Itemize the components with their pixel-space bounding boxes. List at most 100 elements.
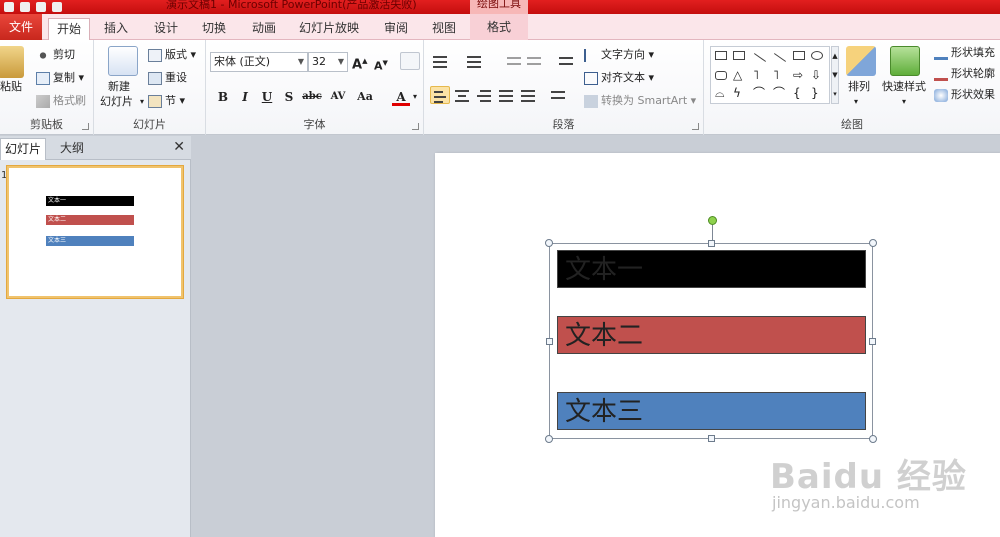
new-slide-label-2[interactable]: 幻灯片 (100, 95, 133, 109)
clear-formatting-icon[interactable] (400, 52, 420, 70)
text-shadow-button[interactable]: S (280, 88, 298, 106)
change-case-button[interactable]: Aa (352, 88, 378, 106)
arrange-button[interactable]: 排列 (848, 80, 870, 94)
bold-button[interactable]: B (214, 88, 232, 106)
reset-button[interactable]: 重设 (148, 71, 187, 85)
lightning-shape-icon[interactable]: ϟ (733, 87, 741, 99)
triangle-shape-icon[interactable]: △ (733, 69, 742, 81)
shape-outline-button[interactable]: 形状轮廓 (934, 67, 995, 81)
textbox-shape-icon[interactable] (715, 51, 727, 60)
shrink-font-button[interactable]: A▼ (374, 56, 388, 74)
textbox-3-text[interactable]: 文本三 (565, 397, 643, 427)
copy-button[interactable]: 复制 ▾ (36, 71, 84, 85)
resize-handle-bottom[interactable] (708, 435, 715, 442)
cut-button[interactable]: 剪切 (36, 48, 75, 62)
customize-qat-icon[interactable] (52, 2, 62, 12)
tab-review[interactable]: 审阅 (376, 18, 416, 40)
arrange-dropdown-icon[interactable]: ▾ (854, 95, 858, 109)
tab-animations[interactable]: 动画 (244, 18, 284, 40)
textbox-1[interactable]: 文本一 (557, 250, 866, 288)
quick-styles-button[interactable]: 快速样式 (882, 80, 926, 94)
right-arrow-shape-icon[interactable]: ⇨ (793, 69, 803, 81)
decrease-indent-icon[interactable] (504, 52, 524, 70)
shape-effects-button[interactable]: 形状效果 (934, 88, 995, 102)
close-icon[interactable]: ✕ (173, 139, 185, 155)
line-spacing-icon[interactable] (556, 52, 576, 70)
save-icon[interactable] (4, 2, 14, 12)
paste-button[interactable]: 粘贴 (0, 80, 22, 94)
textbox-2[interactable]: 文本二 (557, 316, 866, 354)
shape-fill-button[interactable]: 形状填充 (934, 46, 995, 60)
tab-home[interactable]: 开始 (48, 18, 90, 40)
tab-outline[interactable]: 大纲 (50, 138, 94, 160)
curve-shape-icon[interactable]: ⌒ (773, 87, 785, 99)
align-text-button[interactable]: 对齐文本 ▾ (584, 71, 654, 85)
undo-icon[interactable] (20, 2, 30, 12)
tab-format[interactable]: 格式 (470, 14, 528, 40)
shapes-gallery[interactable]: △ ˥ ˥ ⇨ ⇩ ⌓ ϟ ⌒ ⌒ { } (710, 46, 830, 104)
font-name-dropdown[interactable]: 宋体 (正文) ▼ (210, 52, 308, 72)
strikethrough-button[interactable]: abc (300, 88, 324, 106)
elbow-arrow-icon[interactable]: ˥ (773, 69, 779, 81)
grow-font-button[interactable]: A▲ (352, 54, 367, 72)
group-selection[interactable]: 文本一 文本二 文本三 (545, 216, 877, 443)
tab-slides[interactable]: 幻灯片 (0, 138, 46, 160)
tab-design[interactable]: 设计 (146, 18, 186, 40)
convert-smartart-button[interactable]: 转换为 SmartArt ▾ (584, 94, 696, 108)
justify-icon[interactable] (496, 86, 516, 104)
distributed-icon[interactable] (518, 86, 538, 104)
section-button[interactable]: 节 ▾ (148, 94, 185, 108)
resize-handle-bottom-right[interactable] (869, 435, 877, 443)
freeform-shape-icon[interactable]: ⌓ (715, 87, 725, 99)
elbow-connector-icon[interactable]: ˥ (753, 69, 759, 81)
paste-icon[interactable] (0, 46, 24, 78)
redo-icon[interactable] (36, 2, 46, 12)
textbox-3[interactable]: 文本三 (557, 392, 866, 430)
resize-handle-top-left[interactable] (545, 239, 553, 247)
resize-handle-bottom-left[interactable] (545, 435, 553, 443)
underline-button[interactable]: U (258, 88, 276, 106)
font-color-button[interactable]: A (392, 88, 410, 106)
align-center-icon[interactable] (452, 86, 472, 104)
oval-shape-icon[interactable] (811, 51, 823, 60)
line-shape-icon[interactable] (753, 53, 767, 62)
numbering-icon[interactable] (464, 52, 484, 70)
slide-thumbnail[interactable]: 文本一 文本二 文本三 (7, 166, 183, 298)
rounded-rectangle-shape-icon[interactable] (715, 71, 727, 80)
new-slide-icon[interactable] (108, 46, 138, 76)
arrow-shape-icon[interactable] (773, 53, 787, 62)
character-spacing-button[interactable]: AV (326, 88, 350, 106)
arrange-icon[interactable] (846, 46, 876, 76)
resize-handle-top[interactable] (708, 240, 715, 247)
resize-handle-top-right[interactable] (869, 239, 877, 247)
layout-button[interactable]: 版式 ▾ (148, 48, 196, 62)
new-slide-label-1[interactable]: 新建 (108, 80, 130, 94)
textbox-1-text[interactable]: 文本一 (565, 255, 643, 285)
quick-styles-dropdown-icon[interactable]: ▾ (902, 95, 906, 109)
textbox-2-text[interactable]: 文本二 (565, 321, 643, 351)
rectangle-shape-icon[interactable] (793, 51, 805, 60)
font-size-dropdown[interactable]: 32 ▼ (308, 52, 348, 72)
down-arrow-shape-icon[interactable]: ⇩ (811, 69, 821, 81)
vertical-textbox-shape-icon[interactable] (733, 51, 745, 60)
clipboard-launcher-icon[interactable] (82, 123, 89, 130)
font-launcher-icon[interactable] (412, 123, 419, 130)
tab-insert[interactable]: 插入 (96, 18, 136, 40)
tab-view[interactable]: 视图 (424, 18, 464, 40)
quick-styles-icon[interactable] (890, 46, 920, 76)
resize-handle-right[interactable] (869, 338, 876, 345)
format-painter-button[interactable]: 格式刷 (36, 94, 86, 108)
text-direction-button[interactable]: 文字方向 ▾ (584, 48, 654, 62)
left-brace-shape-icon[interactable]: { (793, 87, 801, 99)
right-brace-shape-icon[interactable]: } (811, 87, 819, 99)
gallery-scroll[interactable]: ▲ ▼ ▾ (831, 46, 839, 104)
tab-file[interactable]: 文件 (0, 14, 42, 40)
italic-button[interactable]: I (236, 88, 254, 106)
increase-indent-icon[interactable] (524, 52, 544, 70)
tab-slide-show[interactable]: 幻灯片放映 (296, 18, 362, 40)
arc-shape-icon[interactable]: ⌒ (753, 87, 765, 99)
align-left-icon[interactable] (430, 86, 450, 104)
bullets-icon[interactable] (430, 52, 450, 70)
columns-icon[interactable] (548, 86, 568, 104)
font-color-dropdown-icon[interactable]: ▾ (413, 90, 417, 104)
